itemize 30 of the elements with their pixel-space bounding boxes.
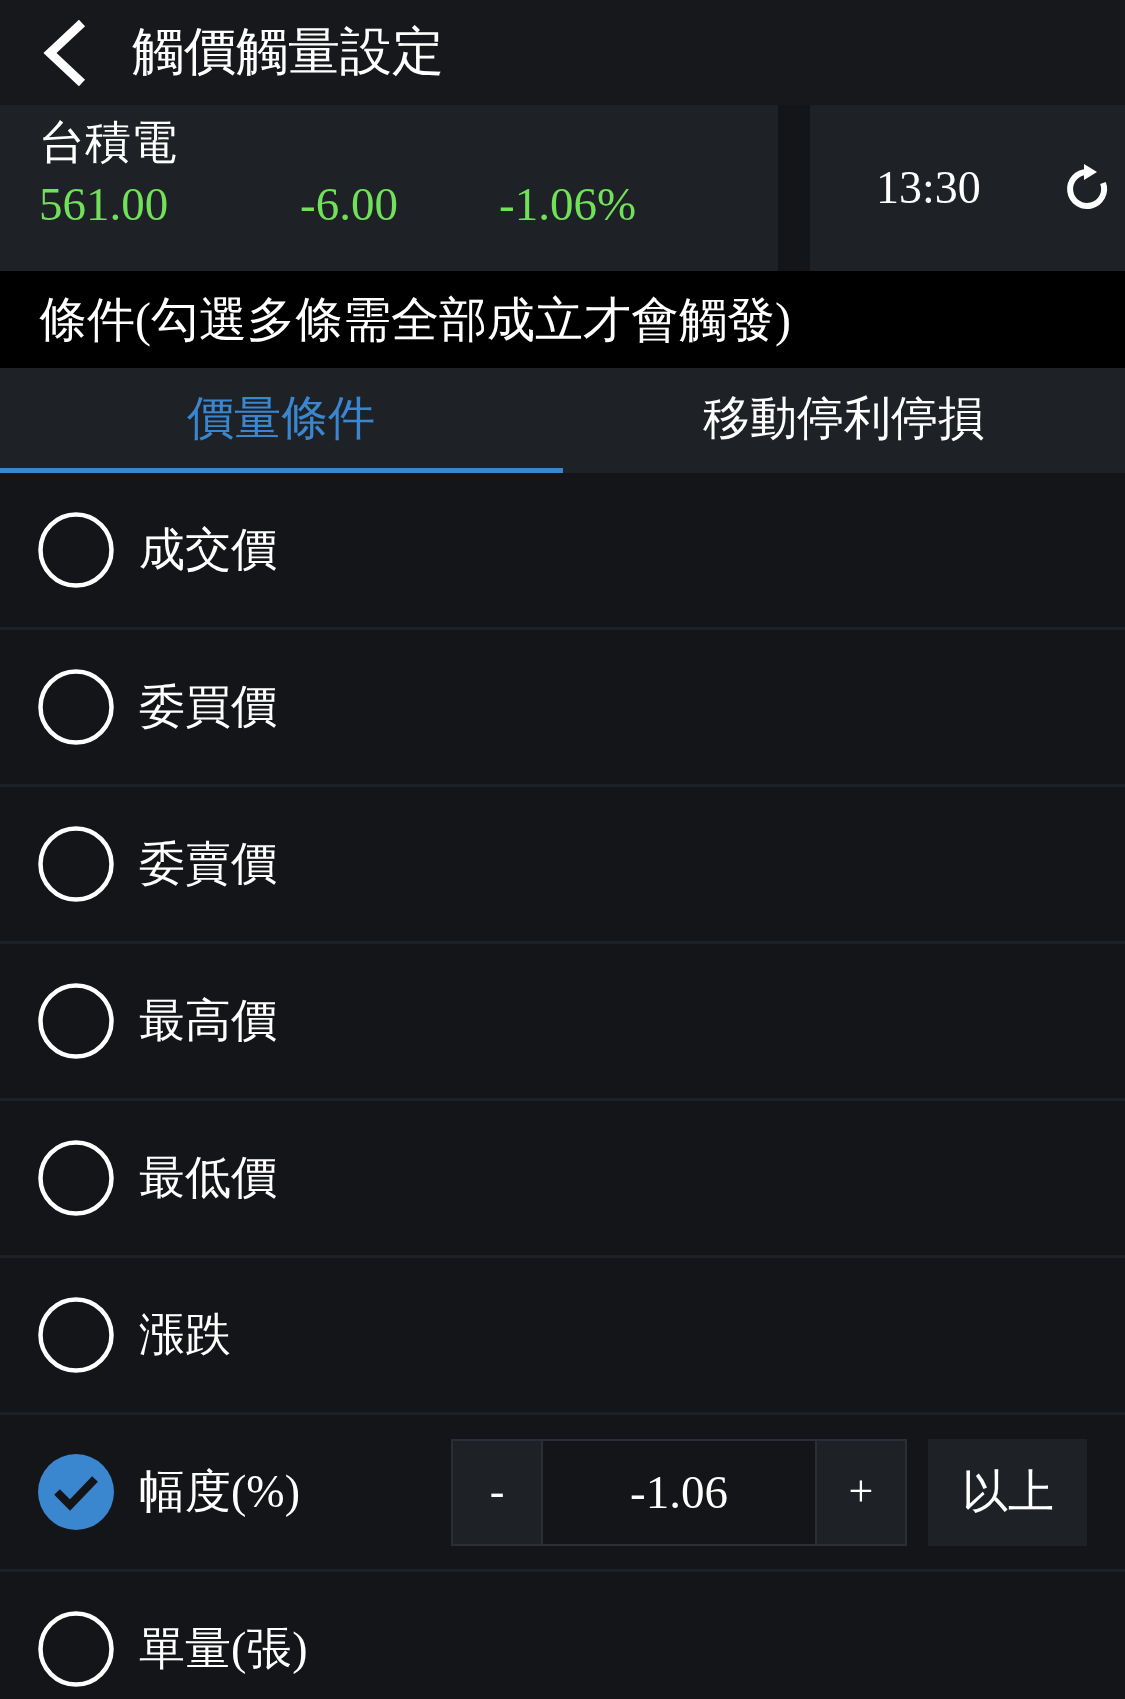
checkbox[interactable] — [38, 983, 114, 1059]
chevron-left-icon[interactable] — [41, 18, 87, 87]
price-change: -6.00 — [300, 177, 398, 233]
condition-label: 委買價 — [139, 680, 277, 735]
condition-label: 委賣價 — [139, 837, 277, 892]
stock-name: 台積電 — [39, 116, 177, 170]
quote-time: 13:30 — [876, 161, 981, 216]
condition-label: 單量(張) — [139, 1622, 308, 1677]
checkbox[interactable] — [38, 1140, 114, 1216]
checkbox[interactable] — [38, 1297, 114, 1373]
condition-label: 最高價 — [139, 994, 277, 1049]
value-field[interactable]: -1.06 — [541, 1438, 817, 1546]
plus-button[interactable]: + — [815, 1438, 907, 1546]
minus-button[interactable]: - — [451, 1438, 543, 1546]
page-title: 觸價觸量設定 — [132, 22, 444, 83]
checkbox[interactable] — [38, 669, 114, 745]
direction-button[interactable]: 以上 — [928, 1438, 1087, 1546]
change-percent: -1.06% — [499, 177, 637, 233]
tab[interactable]: 移動停利停損 — [562, 368, 1125, 473]
condition-label: 最低價 — [139, 1151, 277, 1206]
tab[interactable]: 價量條件 — [0, 368, 563, 473]
condition-label: 漲跌 — [139, 1308, 231, 1363]
condition-label: 幅度(%) — [139, 1465, 300, 1520]
condition-hint: 條件(勾選多條需全部成立才會觸發) — [39, 291, 791, 349]
condition-label: 成交價 — [139, 523, 277, 578]
checkbox[interactable] — [38, 512, 114, 588]
last-price: 561.00 — [39, 177, 169, 233]
checkbox[interactable] — [38, 1611, 114, 1687]
checkbox[interactable] — [38, 826, 114, 902]
checkbox[interactable] — [38, 1454, 114, 1530]
